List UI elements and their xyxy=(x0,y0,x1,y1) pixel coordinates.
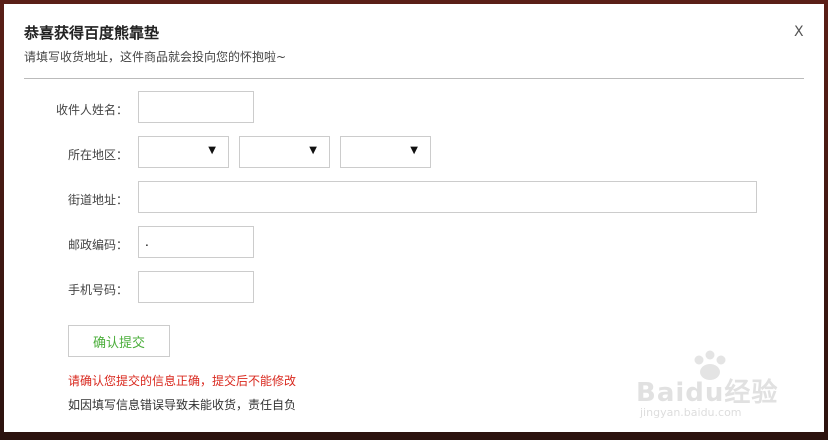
street-address-label: 街道地址： xyxy=(67,193,128,207)
recipient-name-label: 收件人姓名： xyxy=(55,103,128,117)
city-select[interactable]: ▼ xyxy=(239,136,330,168)
phone-input[interactable] xyxy=(138,271,254,303)
chevron-down-icon: ▼ xyxy=(208,145,216,156)
chevron-down-icon: ▼ xyxy=(410,145,418,156)
confirm-submit-button[interactable]: 确认提交 xyxy=(68,325,170,357)
close-button[interactable]: X xyxy=(794,24,804,40)
header-divider xyxy=(24,78,804,79)
region-label: 所在地区： xyxy=(67,148,128,162)
district-select[interactable]: ▼ xyxy=(340,136,431,168)
watermark: Baidu经验 jingyan.baidu.com xyxy=(636,350,816,426)
province-select[interactable]: ▼ xyxy=(138,136,229,168)
dialog-subtitle: 请填写收货地址，这件商品就会投向您的怀抱啦~ xyxy=(24,50,287,64)
disclaimer-text: 如因填写信息错误导致未能收货，责任自负 xyxy=(68,398,297,412)
street-address-input[interactable] xyxy=(138,181,757,213)
recipient-name-input[interactable] xyxy=(138,91,254,123)
dialog-title: 恭喜获得百度熊靠垫 xyxy=(24,24,160,42)
postcode-input[interactable] xyxy=(138,226,254,258)
warning-text: 请确认您提交的信息正确，提交后不能修改 xyxy=(68,374,297,388)
watermark-brand: Baidu经验 xyxy=(636,378,779,408)
phone-label: 手机号码： xyxy=(67,283,128,297)
watermark-url: jingyan.baidu.com xyxy=(640,406,742,419)
prize-address-dialog: 恭喜获得百度熊靠垫 请填写收货地址，这件商品就会投向您的怀抱啦~ X 收件人姓名… xyxy=(4,4,824,432)
postcode-label: 邮政编码： xyxy=(67,238,128,252)
chevron-down-icon: ▼ xyxy=(309,145,317,156)
